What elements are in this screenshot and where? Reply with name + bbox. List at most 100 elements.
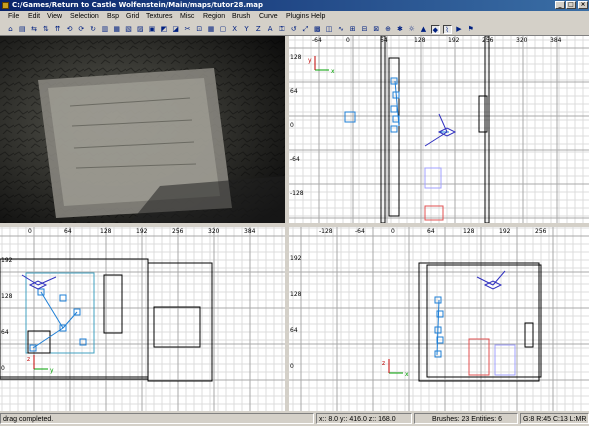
x-tick-label: 64	[64, 228, 72, 235]
change-view-icon[interactable]: ▢	[218, 25, 227, 34]
camera-view[interactable]	[0, 36, 285, 223]
x-tick-label: 384	[244, 228, 256, 235]
menu-plugins[interactable]: Plugins	[286, 13, 309, 20]
menu-textures[interactable]: Textures	[146, 13, 172, 20]
menu-edit[interactable]: Edit	[28, 13, 40, 20]
vertex-edit-icon[interactable]: ◆	[430, 25, 440, 34]
x-tick-label: 0	[346, 37, 350, 44]
maximize-button[interactable]: □	[566, 1, 576, 9]
xy-top-view[interactable]: -64 0 64 128 192 256 320 384 128 64 0 -64 -128 x y	[289, 36, 589, 223]
y-tick-label: 128	[1, 293, 13, 300]
menu-selection[interactable]: Selection	[70, 13, 99, 20]
rotate-z-icon[interactable]: ↻	[89, 25, 98, 34]
patch-icon[interactable]: ◫	[325, 25, 334, 34]
scale-x-icon[interactable]: X	[230, 25, 239, 34]
status-coords: x:: 8.0 y:: 416.0 z:: 168.0	[316, 413, 412, 424]
axis-label-v: z	[382, 360, 385, 367]
x-tick-label: -128	[319, 228, 333, 235]
menu-help[interactable]: Help	[311, 13, 325, 20]
menu-bsp[interactable]: Bsp	[107, 13, 119, 20]
show-lights-icon[interactable]: ☼	[407, 25, 416, 34]
csg-subtract-icon[interactable]: ▣	[148, 25, 157, 34]
brush-outline	[478, 95, 488, 133]
brush-outline	[153, 306, 201, 348]
csg-hollow-icon[interactable]: ◪	[171, 25, 180, 34]
rotate-y-icon[interactable]: ⟳	[77, 25, 86, 34]
scale-z-icon[interactable]: Z	[254, 25, 263, 34]
flip-y-icon[interactable]: ⇅	[41, 25, 50, 34]
xz-grid: -128 -64 0 64 128 192 256 192 128 64 0 x z	[289, 227, 589, 411]
select-touching-icon[interactable]: ▦	[112, 25, 121, 34]
patch-bend-icon[interactable]: ∿	[336, 25, 345, 34]
texture-view-icon[interactable]: ▦	[207, 25, 216, 34]
status-message: drag completed.	[0, 413, 314, 424]
menu-view[interactable]: View	[47, 13, 62, 20]
menu-file[interactable]: File	[8, 13, 19, 20]
patch-drill-down-icon[interactable]: ⊕	[384, 25, 393, 34]
xy-grid: -64 0 64 128 192 256 320 384128640-64-128xy	[289, 36, 589, 223]
patch-delete-icon[interactable]: ⊟	[360, 25, 369, 34]
light-entity	[390, 105, 398, 113]
menu-curve[interactable]: Curve	[259, 13, 278, 20]
csg-merge-icon[interactable]: ◩	[159, 25, 168, 34]
flip-x-icon[interactable]: ⇆	[30, 25, 39, 34]
open-icon[interactable]: ⌂	[6, 25, 15, 34]
save-icon[interactable]: ▤	[18, 25, 27, 34]
x-tick-label: 192	[499, 228, 511, 235]
y-tick-label: 192	[290, 255, 302, 262]
title-bar: C:/Games/Return to Castle Wolfenstein/Ma…	[0, 0, 589, 11]
yz-side-view[interactable]: 0 64 128 192 256 320 384 192 128 64 0 y z	[0, 227, 285, 411]
select-entity-icon[interactable]: ▶	[454, 25, 463, 34]
x-tick-label: 256	[172, 228, 184, 235]
status-bar: drag completed. x:: 8.0 y:: 416.0 z:: 16…	[0, 411, 589, 426]
x-tick-label: 384	[550, 37, 562, 44]
close-button[interactable]: ×	[578, 1, 588, 9]
y-tick-label: 0	[290, 363, 294, 370]
brush-outline	[25, 272, 95, 354]
terrain-icon[interactable]: ▲	[419, 25, 428, 34]
y-tick-label: 0	[1, 365, 5, 372]
show-entities-icon[interactable]: ✱	[395, 25, 404, 34]
rotate-x-icon[interactable]: ⟲	[65, 25, 74, 34]
select-complete-tall-icon[interactable]: ▥	[100, 25, 109, 34]
select-inside-icon[interactable]: ▨	[136, 25, 145, 34]
patch-weld-icon[interactable]: ⊠	[372, 25, 381, 34]
patch-insert-icon[interactable]: ⊞	[348, 25, 357, 34]
toolbar: ⌂ ▤ ⇆ ⇅ ⇈ ⟲ ⟳ ↻ ▥ ▦ ▧ ▨ ▣ ◩ ◪ ✂ ⊡ ▦ ▢ X Y Z A ⚿ ↺ ⤢ ▩ ◫ ∿ ⊞ ⊟ ⊠ ⊕ ✱ ☼ ▲ ◆ ⌇ ▶ ⚑	[0, 23, 589, 36]
x-tick-label: 128	[414, 37, 426, 44]
select-partial-tall-icon[interactable]: ▧	[124, 25, 133, 34]
menu-bar: File Edit View Selection Bsp Grid Textures Misc…	[0, 11, 589, 23]
camera-change-icon[interactable]: ⊡	[195, 25, 204, 34]
y-tick-label: -128	[290, 190, 304, 197]
x-tick-label: 192	[448, 37, 460, 44]
app-icon	[2, 2, 9, 9]
clipper-icon[interactable]: ✂	[183, 25, 192, 34]
y-tick-label: 192	[1, 257, 13, 264]
camera-render	[0, 36, 285, 223]
y-tick-label: 128	[290, 291, 302, 298]
entity-angle	[492, 270, 506, 286]
cubic-clip-icon[interactable]: ▩	[313, 25, 322, 34]
free-scale-icon[interactable]: ⤢	[301, 25, 310, 34]
minimize-button[interactable]: _	[555, 1, 565, 9]
x-tick-label: 192	[136, 228, 148, 235]
lock-texture-icon[interactable]: ⚿	[277, 25, 286, 34]
scale-y-icon[interactable]: Y	[242, 25, 251, 34]
show-names-icon[interactable]: A	[266, 25, 275, 34]
merge-icon[interactable]: ⚑	[466, 25, 475, 34]
menu-grid[interactable]: Grid	[126, 13, 139, 20]
menu-misc[interactable]: Misc	[180, 13, 194, 20]
curve-edit-icon[interactable]: ⌇	[442, 25, 452, 34]
x-tick-label: 128	[463, 228, 475, 235]
x-tick-label: 0	[391, 228, 395, 235]
x-tick-label: -64	[355, 228, 365, 235]
x-tick-label: 128	[100, 228, 112, 235]
menu-brush[interactable]: Brush	[232, 13, 250, 20]
y-tick-label: 64	[290, 88, 298, 95]
axis-label-v: y	[308, 57, 312, 64]
flip-z-icon[interactable]: ⇈	[53, 25, 62, 34]
menu-region[interactable]: Region	[203, 13, 225, 20]
free-rotate-icon[interactable]: ↺	[289, 25, 298, 34]
x-tick-label: 320	[516, 37, 528, 44]
xz-front-view[interactable]: -128 -64 0 64 128 192 256 192 128 64 0 x z	[289, 227, 589, 411]
